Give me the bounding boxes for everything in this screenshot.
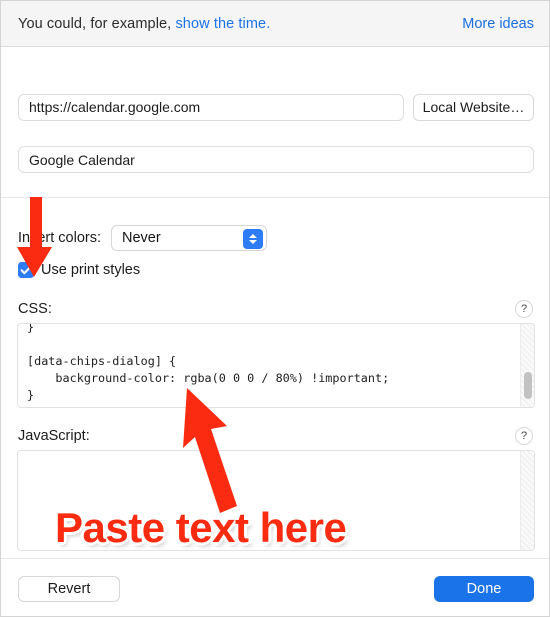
javascript-scrollbar[interactable] (520, 451, 534, 550)
chevron-up-down-icon[interactable] (243, 228, 263, 249)
invert-colors-select[interactable]: Never (111, 225, 267, 251)
css-label: CSS: (18, 301, 52, 317)
url-input[interactable]: https://calendar.google.com (18, 93, 404, 121)
url-row: https://calendar.google.com Local Websit… (18, 93, 534, 121)
use-print-styles-label: Use print styles (41, 262, 141, 278)
use-print-styles-row[interactable]: Use print styles (18, 262, 140, 278)
javascript-label: JavaScript: (18, 428, 90, 444)
configure-web-app-dialog: You could, for example, show the time. M… (0, 0, 550, 617)
suggestion-prefix: You could, for example, (18, 15, 176, 32)
checkmark-icon[interactable] (18, 262, 34, 278)
app-name-input[interactable]: Google Calendar (18, 146, 534, 173)
more-ideas-link[interactable]: More ideas (462, 16, 534, 32)
name-row: Google Calendar (18, 146, 534, 173)
invert-colors-label: Invert colors: (18, 230, 101, 246)
suggestion-banner: You could, for example, show the time. M… (1, 1, 549, 47)
javascript-editor[interactable] (17, 450, 535, 551)
suggestion-link[interactable]: show the time. (175, 16, 270, 32)
done-button[interactable]: Done (434, 576, 534, 602)
css-scrollbar-thumb[interactable] (523, 372, 532, 399)
revert-button[interactable]: Revert (18, 576, 120, 602)
invert-colors-selected-value: Never (122, 230, 161, 246)
divider-top (1, 197, 549, 198)
css-help-icon[interactable]: ? (515, 300, 533, 318)
dialog-footer: Revert Done (1, 558, 549, 616)
local-website-button[interactable]: Local Website… (413, 93, 534, 121)
css-code-text: } [data-chips-dialog] { background-color… (27, 323, 390, 402)
invert-colors-row: Invert colors: Never (18, 225, 267, 251)
css-editor[interactable]: } [data-chips-dialog] { background-color… (17, 323, 535, 408)
css-scrollbar[interactable] (520, 324, 534, 407)
javascript-help-icon[interactable]: ? (515, 427, 533, 445)
suggestion-text: You could, for example, show the time. (18, 16, 270, 32)
